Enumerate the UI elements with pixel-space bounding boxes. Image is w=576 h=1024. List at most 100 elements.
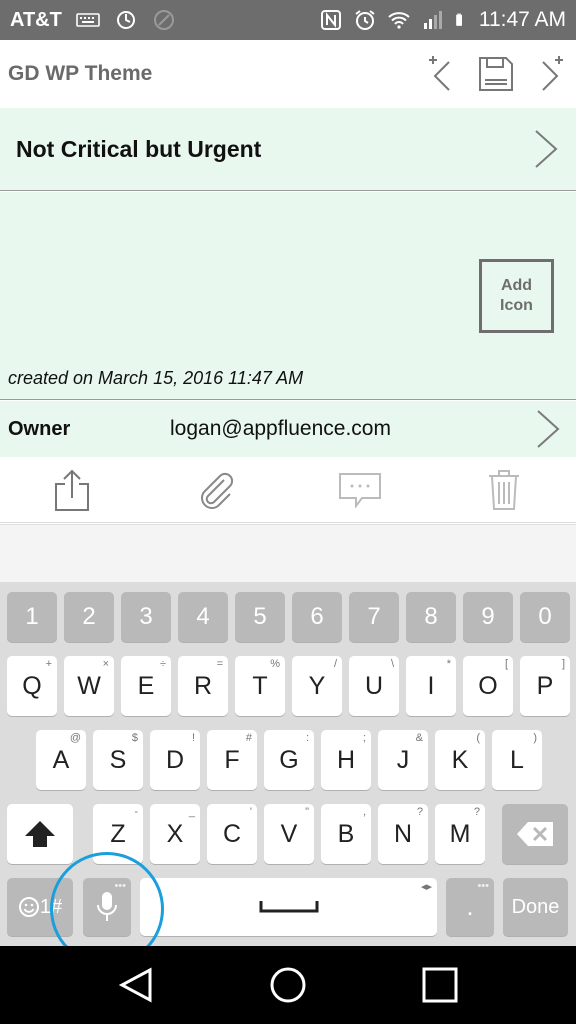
key-label: B: [337, 819, 355, 848]
key-f[interactable]: # F: [207, 730, 257, 790]
key-4[interactable]: 4: [178, 592, 228, 642]
key-c[interactable]: ' C: [207, 804, 257, 864]
key-hint: -: [134, 806, 138, 818]
key-0[interactable]: 0: [520, 592, 570, 642]
sync-icon: [116, 11, 135, 29]
key-label: L: [510, 745, 524, 774]
save-button[interactable]: [478, 52, 514, 96]
share-button[interactable]: [47, 465, 97, 515]
key-label: Z: [110, 819, 126, 848]
key-label: C: [222, 819, 242, 848]
key-label: A: [52, 745, 70, 774]
attach-button[interactable]: [191, 465, 241, 515]
key-label: U: [364, 671, 384, 700]
done-key[interactable]: Done: [503, 878, 568, 936]
key-1[interactable]: 1: [7, 592, 57, 642]
space-key[interactable]: ◂▸: [140, 878, 437, 936]
clock: 11:47 AM: [478, 8, 566, 31]
delete-button[interactable]: [479, 465, 529, 515]
key-2[interactable]: 2: [64, 592, 114, 642]
key-u[interactable]: \ U: [349, 656, 399, 716]
key-a[interactable]: @ A: [36, 730, 86, 790]
chevron-right-icon: [535, 130, 558, 168]
key-k[interactable]: (K: [435, 730, 485, 790]
key-p[interactable]: ] P: [520, 656, 570, 716]
emoji-symbols-key[interactable]: 1#: [7, 878, 73, 936]
key-3[interactable]: 3: [121, 592, 171, 642]
key-w[interactable]: × W: [64, 656, 114, 716]
key-b[interactable]: ,B: [321, 804, 371, 864]
add-previous-button[interactable]: [424, 52, 460, 96]
emoji-icon: [18, 897, 39, 917]
key-l[interactable]: ) L: [492, 730, 542, 790]
key-r[interactable]: = R: [178, 656, 228, 716]
cursor-arrows-icon: ◂▸: [420, 881, 432, 893]
key-x[interactable]: _ X: [150, 804, 200, 864]
key-d[interactable]: ! D: [150, 730, 200, 790]
key-y[interactable]: / Y: [292, 656, 342, 716]
key-hint: ,: [362, 806, 366, 818]
battery-icon: [455, 13, 462, 26]
key-hint: !: [191, 732, 195, 744]
key-m[interactable]: ? M: [435, 804, 485, 864]
home-button[interactable]: [263, 960, 313, 1010]
key-label: K: [451, 745, 469, 774]
key-v[interactable]: " V: [264, 804, 314, 864]
owner-label: Owner: [8, 417, 71, 440]
period-key[interactable]: ••• .: [446, 878, 494, 936]
key-hint: ]: [561, 658, 565, 670]
key-hint: +: [45, 658, 52, 670]
backspace-icon: [517, 822, 553, 846]
soft-keyboard: 1 2 3 4 5 6 7 8 9 0 + Q × W ÷ E = R % T / Y \ U…: [0, 582, 576, 946]
comment-button[interactable]: [335, 465, 385, 515]
key-6[interactable]: 6: [292, 592, 342, 642]
key-label: S: [109, 745, 127, 774]
key-q[interactable]: + Q: [7, 656, 57, 716]
recents-button[interactable]: [415, 960, 465, 1010]
shift-key[interactable]: [7, 804, 73, 864]
key-z[interactable]: -Z: [93, 804, 143, 864]
chevron-right-icon: [537, 410, 560, 448]
key-t[interactable]: % T: [235, 656, 285, 716]
key-hint: &: [415, 732, 423, 744]
key-8[interactable]: 8: [406, 592, 456, 642]
key-7[interactable]: 7: [349, 592, 399, 642]
add-icon-button[interactable]: Add Icon: [479, 259, 554, 333]
recents-square-icon: [422, 967, 458, 1003]
comment-icon: [339, 472, 381, 508]
key-hint: #: [245, 732, 252, 744]
backspace-key[interactable]: [502, 804, 568, 864]
key-label: Y: [308, 671, 326, 700]
key-hint: @: [69, 732, 81, 744]
key-e[interactable]: ÷ E: [121, 656, 171, 716]
key-5[interactable]: 5: [235, 592, 285, 642]
app-title: GD WP Theme: [8, 62, 153, 85]
key-j[interactable]: & J: [378, 730, 428, 790]
key-9[interactable]: 9: [463, 592, 513, 642]
back-button[interactable]: [111, 960, 161, 1010]
keyboard-icon: [76, 13, 100, 27]
key-g[interactable]: :G: [264, 730, 314, 790]
text-input-area[interactable]: [0, 524, 576, 582]
add-next-button[interactable]: [532, 52, 568, 96]
add-previous-icon: [429, 56, 450, 91]
key-i[interactable]: * I: [406, 656, 456, 716]
action-toolbar: [0, 457, 576, 523]
key-label: T: [252, 671, 268, 700]
key-hint: ': [249, 806, 252, 818]
key-o[interactable]: [O: [463, 656, 513, 716]
key-n[interactable]: ? N: [378, 804, 428, 864]
trash-icon: [489, 469, 519, 510]
carrier-label: AT&T: [10, 8, 62, 31]
key-hint: %: [270, 658, 280, 670]
key-hint: _: [188, 806, 195, 818]
record-title-row[interactable]: Not Critical but Urgent: [0, 108, 576, 191]
key-h[interactable]: ; H: [321, 730, 371, 790]
voice-input-key[interactable]: •••: [83, 878, 131, 936]
nfc-icon: [320, 10, 341, 30]
owner-row[interactable]: Owner logan@appfluence.com: [0, 401, 576, 457]
key-hint: (: [476, 732, 480, 744]
paperclip-icon: [201, 472, 234, 509]
key-s[interactable]: $ S: [93, 730, 143, 790]
key-label: F: [224, 745, 240, 774]
